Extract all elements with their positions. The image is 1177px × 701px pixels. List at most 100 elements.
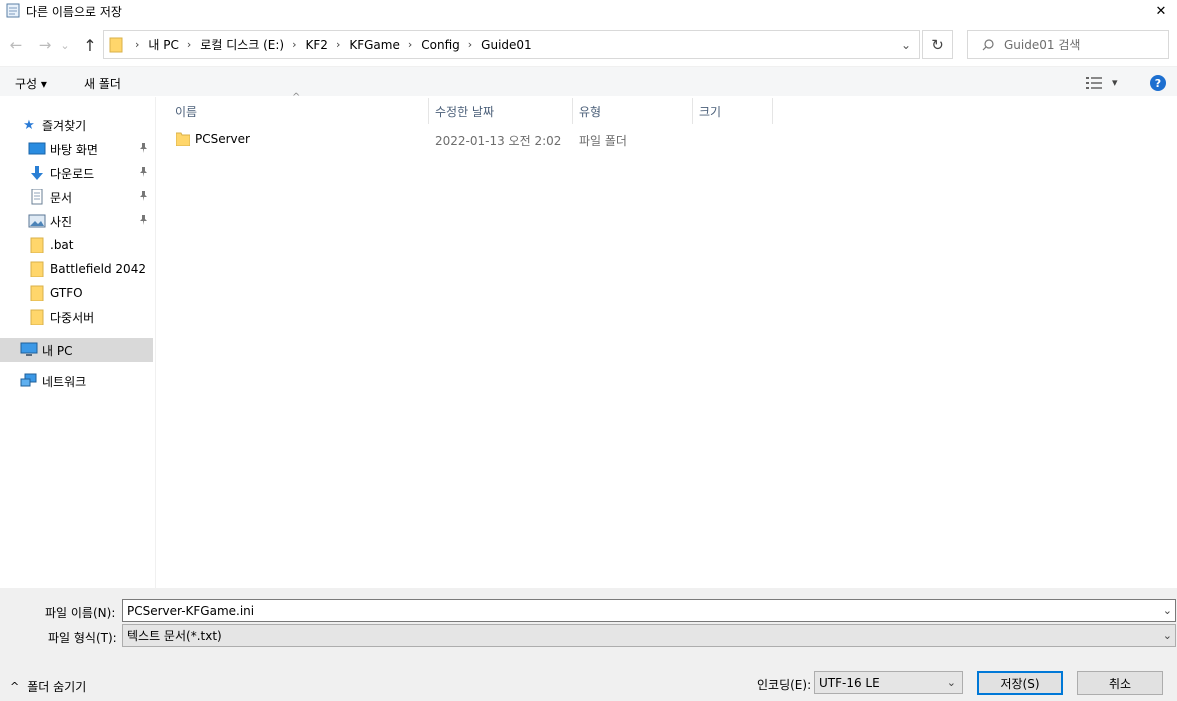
recent-locations-button[interactable]: ⌄ [58,35,72,55]
view-options-button[interactable]: ▾ [1086,76,1118,89]
folder-icon [109,37,123,52]
folder-icon [30,309,44,325]
file-row[interactable]: PCServer 2022-01-13 오전 2:02 파일 폴더 [170,127,1170,151]
column-header-modified[interactable]: 수정한 날짜 [429,98,573,124]
column-header-label: 수정한 날짜 [435,104,495,119]
pin-icon [139,190,148,204]
save-button[interactable]: 저장(S) [977,671,1063,695]
file-name: PCServer [195,132,250,146]
arrow-left-icon: ← [9,36,23,54]
chevron-down-icon: ⌄ [946,676,956,689]
arrow-right-icon: → [38,36,52,54]
desktop-icon [28,142,46,155]
sidebar-item-battlefield[interactable]: Battlefield 2042 [0,257,153,281]
sidebar-item-gtfo[interactable]: GTFO [0,281,153,305]
title-bar: 다른 이름으로 저장 ✕ [0,0,1177,22]
star-icon: ★ [23,117,35,133]
pictures-icon [28,214,46,228]
breadcrumb-config[interactable]: Config [421,38,460,52]
save-button-label: 저장(S) [1000,676,1040,691]
cancel-button-label: 취소 [1108,676,1132,691]
save-as-dialog: 다른 이름으로 저장 ✕ ← → ⌄ ↑ › 내 PC › 로컬 디스크 (E:… [0,0,1177,701]
sidebar-item-label: 다운로드 [50,166,95,181]
document-icon [31,189,43,205]
sidebar-item-label: 문서 [50,190,73,205]
breadcrumb-separator: › [186,38,192,51]
sidebar-item-pictures[interactable]: 사진 [0,209,153,233]
search-box[interactable]: Guide01 검색 [967,30,1169,59]
sidebar-item-label: 네트워크 [42,374,87,389]
sidebar-item-multiserver[interactable]: 다중서버 [0,305,153,329]
refresh-icon: ↻ [931,35,944,54]
column-header-size[interactable]: 크기 [693,98,773,124]
filename-input[interactable]: PCServer-KFGame.ini ⌄ [122,599,1176,622]
breadcrumb-separator: › [335,38,341,51]
pin-icon [139,214,148,228]
encoding-value: UTF-16 LE [819,675,880,690]
breadcrumb-this-pc[interactable]: 내 PC [148,36,178,53]
breadcrumb-guide01[interactable]: Guide01 [481,38,532,52]
breadcrumb-kf2[interactable]: KF2 [306,38,328,52]
file-type: 파일 폴더 [579,134,627,148]
sidebar-item-label: 즐겨찾기 [42,118,87,133]
column-header-label: 이름 [175,104,198,119]
filetype-label: 파일 형식(T): [48,631,117,645]
filename-label: 파일 이름(N): [45,606,116,620]
pin-icon [139,142,148,156]
filename-value: PCServer-KFGame.ini [127,603,255,618]
download-icon [31,166,43,180]
chevron-down-icon: ⌄ [60,38,70,52]
filetype-value: 텍스트 문서(*.txt) [127,629,222,643]
chevron-down-icon: ⌄ [1162,629,1172,642]
sidebar-item-bat[interactable]: .bat [0,233,153,257]
breadcrumb-separator: › [407,38,413,51]
breadcrumb-local-disk[interactable]: 로컬 디스크 (E:) [200,36,284,53]
notepad-icon [6,3,20,18]
organize-button[interactable]: 구성 ▾ [15,75,47,92]
encoding-label: 인코딩(E): [757,678,812,692]
sidebar-item-network[interactable]: 네트워크 [0,369,153,393]
address-history-button[interactable]: ⌄ [893,31,919,58]
chevron-down-icon[interactable]: ⌄ [1163,604,1172,617]
sidebar-item-quick-access[interactable]: ★ 즐겨찾기 [0,113,153,137]
window-title: 다른 이름으로 저장 [26,5,122,19]
navigation-pane: ★ 즐겨찾기 바탕 화면 다운로드 문서 사진 .bat Battlefield… [0,97,156,588]
sidebar-item-downloads[interactable]: 다운로드 [0,161,153,185]
hide-folders-label: 폴더 숨기기 [27,680,87,694]
sidebar-item-label: 다중서버 [50,310,95,325]
forward-button[interactable]: → [35,35,55,55]
folder-icon [30,237,44,253]
up-button[interactable]: ↑ [80,35,100,55]
cancel-button[interactable]: 취소 [1077,671,1163,695]
back-button[interactable]: ← [6,35,26,55]
folder-icon [176,132,190,146]
sidebar-item-label: .bat [50,238,74,252]
computer-icon [20,342,38,356]
sidebar-item-desktop[interactable]: 바탕 화면 [0,137,153,161]
breadcrumb-separator: › [467,38,473,51]
address-bar[interactable]: › 내 PC › 로컬 디스크 (E:) › KF2 › KFGame › Co… [103,30,920,59]
folder-icon [30,261,44,277]
hide-folders-button[interactable]: ^ 폴더 숨기기 [10,678,86,695]
details-view-icon [1086,76,1102,89]
search-icon [982,38,994,50]
encoding-select[interactable]: UTF-16 LE ⌄ [814,671,963,694]
close-button[interactable]: ✕ [1145,0,1177,22]
filetype-select[interactable]: 텍스트 문서(*.txt) ⌄ [122,624,1176,647]
sidebar-item-documents[interactable]: 문서 [0,185,153,209]
command-bar: 구성 ▾ 새 폴더 ▾ ? [0,66,1177,96]
column-header-type[interactable]: 유형 [573,98,693,124]
arrow-up-icon: ↑ [83,35,97,55]
new-folder-button[interactable]: 새 폴더 [84,75,121,92]
breadcrumb-kfgame[interactable]: KFGame [349,38,400,52]
refresh-button[interactable]: ↻ [922,30,953,59]
sidebar-item-label: GTFO [50,286,83,300]
sidebar-item-this-pc[interactable]: 내 PC [0,338,153,362]
file-modified: 2022-01-13 오전 2:02 [435,134,562,148]
breadcrumb-separator: › [292,38,297,51]
help-button[interactable]: ? [1150,75,1166,91]
column-header-name[interactable]: 이름 [170,98,429,124]
sidebar-item-label: 사진 [50,214,73,229]
help-icon: ? [1154,76,1162,90]
folder-icon [30,285,44,301]
